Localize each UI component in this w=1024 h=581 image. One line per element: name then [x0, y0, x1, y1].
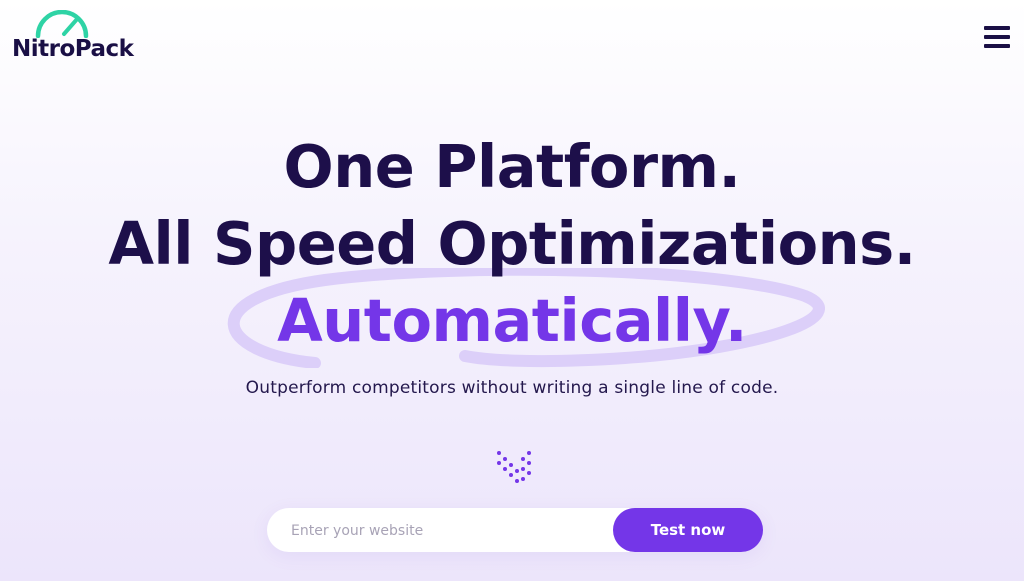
logo-text: NitroPack [12, 36, 134, 62]
hero-subtitle: Outperform competitors without writing a… [245, 378, 779, 398]
hero-headline: One Platform. All Speed Optimizations. A… [0, 128, 1024, 359]
speedometer-icon [35, 10, 89, 38]
headline-line-1: One Platform. [283, 132, 741, 201]
nitropack-logo[interactable]: NitroPack [12, 10, 152, 66]
website-test-form: Test now [267, 508, 763, 554]
scroll-down-chevron-icon [497, 451, 531, 483]
website-url-input[interactable] [289, 508, 613, 554]
hamburger-menu-icon[interactable] [984, 26, 1010, 50]
headline-line-2: All Speed Optimizations. [108, 209, 916, 278]
headline-line-3: Automatically. [277, 286, 747, 355]
test-now-button[interactable]: Test now [613, 508, 763, 552]
